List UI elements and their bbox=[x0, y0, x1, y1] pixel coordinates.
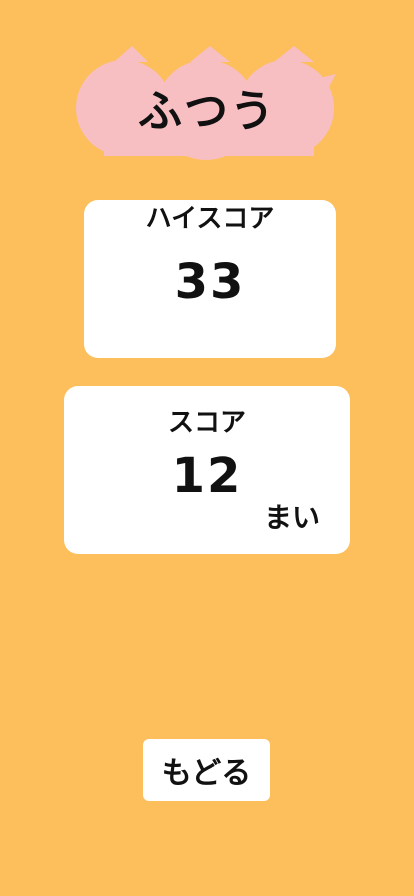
score-unit: まい bbox=[263, 501, 320, 534]
high-score-value: 33 bbox=[174, 254, 246, 310]
title-banner: ふつう bbox=[74, 40, 340, 166]
high-score-label: ハイスコア bbox=[145, 204, 275, 234]
back-button[interactable]: もどる bbox=[143, 739, 270, 801]
score-label: スコア bbox=[167, 408, 246, 438]
high-score-card: ハイスコア 33 bbox=[84, 200, 336, 358]
score-value: 12 bbox=[171, 448, 243, 504]
score-card: スコア 12 まい bbox=[64, 386, 350, 554]
page-title: ふつう bbox=[138, 86, 276, 137]
